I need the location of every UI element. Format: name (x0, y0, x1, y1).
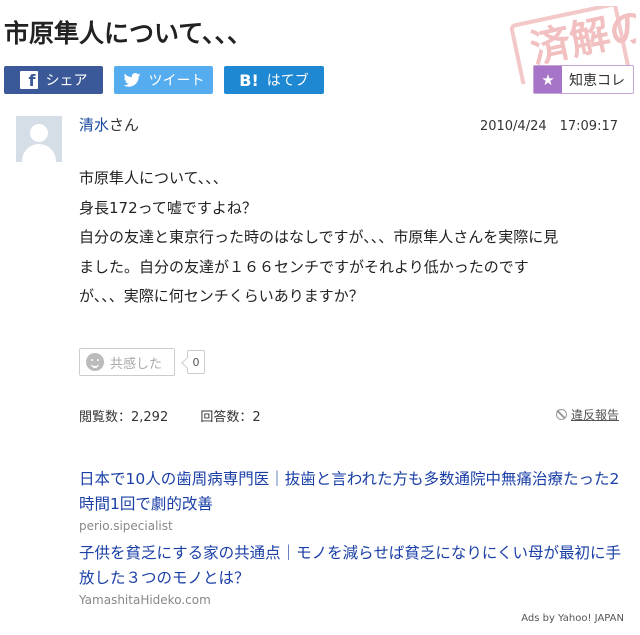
answer-count: 回答数：2 (200, 410, 261, 425)
page-title: 市原隼人について、、、 (4, 19, 253, 48)
star-icon: ★ (534, 66, 562, 93)
questioner-suffix: さん (109, 116, 140, 134)
question-line: 市原隼人について、、、 (79, 169, 228, 187)
chiekore-button[interactable]: ★ 知恵コレ (533, 65, 634, 94)
twitter-share-button[interactable]: ツイート (114, 66, 213, 94)
ad-domain: YamashitaHideko.com (79, 593, 211, 607)
twitter-icon (123, 73, 141, 87)
empathy-count: 0 (187, 350, 205, 374)
chiekore-label: 知恵コレ (569, 72, 625, 89)
ad-domain: perio.sipecialist (79, 519, 173, 533)
twitter-share-label: ツイート (148, 73, 205, 89)
report-link[interactable]: 違反報告 (555, 406, 619, 423)
hatena-bookmark-label: はてブ (266, 73, 309, 89)
question-body: 市原隼人について、、、 身長172って嘘ですよね？ 自分の友達と東京行った時のは… (79, 164, 624, 312)
ad-title-link[interactable]: 子供を貧乏にする家の共通点｜モノを減らせば貧乏になりにくい母が最初に手放した３つ… (79, 541, 624, 591)
avatar-head (30, 124, 48, 142)
questioner-name: 清水さん (79, 114, 139, 135)
question-line: 身長172って嘘ですよね？ (79, 198, 257, 217)
empathy-label: 共感した (110, 356, 163, 372)
facebook-share-button[interactable]: f シェア (4, 66, 103, 94)
empathy-area: 共感した 0 (79, 348, 205, 376)
smile-icon (86, 353, 104, 371)
question-line: ました。自分の友達が１６６センチですがそれより低かったのです (79, 257, 529, 276)
post-date: 2010/4/24 17:09:17 (479, 119, 618, 134)
question-line: が、、、実際に何センチくらいありますか？ (79, 287, 364, 305)
avatar-body (22, 144, 56, 162)
avatar[interactable] (16, 116, 62, 162)
view-count: 閲覧数：2,292 (79, 410, 169, 425)
question-stats: 閲覧数：2,292 回答数：2 (79, 406, 289, 425)
questioner-name-link[interactable]: 清水 (79, 116, 109, 134)
hatena-bookmark-icon: B! (239, 70, 259, 90)
report-label: 違反報告 (570, 408, 619, 422)
hatena-bookmark-button[interactable]: B! はてブ (224, 66, 324, 94)
facebook-icon: f (19, 71, 38, 90)
facebook-share-label: シェア (45, 73, 88, 89)
ad-item[interactable]: 子供を貧乏にする家の共通点｜モノを減らせば貧乏になりにくい母が最初に手放した３つ… (79, 541, 624, 607)
empathy-button[interactable]: 共感した (79, 348, 175, 376)
ads-by-yahoo[interactable]: Ads by Yahoo! JAPAN (521, 613, 624, 624)
prohibited-icon (555, 409, 567, 420)
ad-item[interactable]: 日本で10人の歯周病専門医｜抜歯と言われた方も多数通院中無痛治療たった2時間1回… (79, 467, 624, 533)
question-line: 自分の友達と東京行った時のはなしですが、、、市原隼人さんを実際に見 (79, 228, 559, 246)
ad-title-link[interactable]: 日本で10人の歯周病専門医｜抜歯と言われた方も多数通院中無痛治療たった2時間1回… (79, 467, 624, 517)
